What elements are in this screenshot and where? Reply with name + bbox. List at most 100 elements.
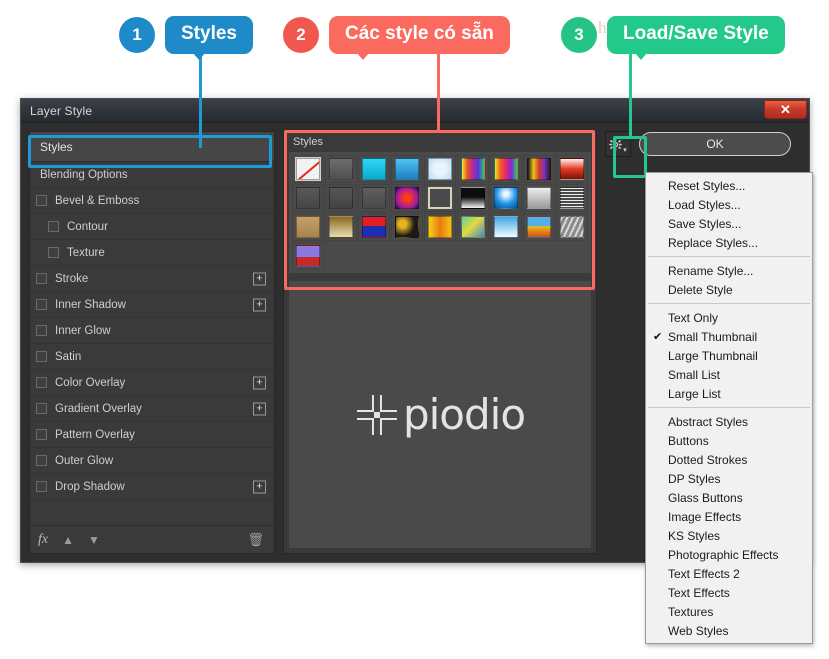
menu-item-delete-style[interactable]: Delete Style [646,280,812,299]
menu-item-large-thumbnail[interactable]: Large Thumbnail [646,346,812,365]
effect-row-bevel-emboss[interactable]: Bevel & Emboss [30,188,274,214]
menu-item-replace-styles[interactable]: Replace Styles... [646,233,812,252]
dialog-titlebar[interactable]: Layer Style ✕ [21,99,809,123]
ok-button[interactable]: OK [639,132,791,156]
style-swatch-line-texture[interactable] [556,184,588,212]
menu-item-label: Text Effects [668,585,730,600]
style-swatch-confetti-splatter[interactable] [391,213,423,241]
effect-checkbox[interactable] [36,403,47,414]
menu-item-web-styles[interactable]: Web Styles [646,621,812,640]
menu-item-reset-styles[interactable]: Reset Styles... [646,176,812,195]
style-swatch-red-blue-stripe[interactable] [358,213,390,241]
add-effect-icon[interactable]: + [253,272,266,285]
effect-row-contour[interactable]: Contour [30,214,274,240]
style-swatch-blue-button[interactable] [391,155,423,183]
effect-row-color-overlay[interactable]: Color Overlay + [30,370,274,396]
close-icon[interactable]: ✕ [764,100,807,119]
effect-row-drop-shadow[interactable]: Drop Shadow + [30,474,274,500]
effect-checkbox[interactable] [36,299,47,310]
swatch-thumbnail [527,216,551,238]
move-down-icon[interactable]: ▼ [88,533,100,547]
style-swatch-beige-frame[interactable] [424,184,456,212]
menu-item-small-list[interactable]: Small List [646,365,812,384]
add-effect-icon[interactable]: + [253,480,266,493]
trash-icon[interactable]: 🗑 [247,532,264,548]
swatch-thumbnail [329,187,353,209]
style-swatch-spectrum-dark[interactable] [523,155,555,183]
menu-item-save-styles[interactable]: Save Styles... [646,214,812,233]
menu-item-dotted-strokes[interactable]: Dotted Strokes [646,450,812,469]
style-swatch-basic-drop-shadow[interactable] [325,155,357,183]
add-effect-icon[interactable]: + [253,376,266,389]
menu-item-dp-styles[interactable]: DP Styles [646,469,812,488]
style-swatch-blue-gold-bar[interactable] [523,213,555,241]
effect-row-inner-shadow[interactable]: Inner Shadow + [30,292,274,318]
effect-checkbox[interactable] [48,247,59,258]
menu-item-abstract-styles[interactable]: Abstract Styles [646,412,812,431]
menu-item-large-list[interactable]: Large List [646,384,812,403]
effect-checkbox[interactable] [36,429,47,440]
menu-item-photographic-effects[interactable]: Photographic Effects [646,545,812,564]
style-swatch-rainbow-vertical[interactable] [457,155,489,183]
style-swatch-tan-flat[interactable] [292,213,324,241]
effect-checkbox[interactable] [36,325,47,336]
style-swatch-rainbow-stripes[interactable] [490,155,522,183]
effect-checkbox[interactable] [36,455,47,466]
effect-checkbox[interactable] [36,351,47,362]
style-swatch-metal-scratch[interactable] [556,213,588,241]
add-effect-icon[interactable]: + [253,298,266,311]
callout-2: 2 Các style có sẵn [283,16,510,60]
menu-item-image-effects[interactable]: Image Effects [646,507,812,526]
style-swatch-yellow-orange[interactable] [424,213,456,241]
effect-checkbox[interactable] [48,221,59,232]
menu-item-buttons[interactable]: Buttons [646,431,812,450]
effect-checkbox[interactable] [36,481,47,492]
style-swatch-grey-soft-2[interactable] [325,184,357,212]
add-effect-icon[interactable]: + [253,402,266,415]
effect-checkbox[interactable] [36,377,47,388]
menu-item-label: Small Thumbnail [668,329,758,344]
menu-item-small-thumbnail[interactable]: ✔ Small Thumbnail [646,327,812,346]
effect-row-outer-glow[interactable]: Outer Glow [30,448,274,474]
move-up-icon[interactable]: ▲ [62,533,74,547]
menu-item-glass-buttons[interactable]: Glass Buttons [646,488,812,507]
style-swatch-black-white-fold[interactable] [457,184,489,212]
style-swatch-none[interactable] [292,155,324,183]
style-swatch-grey-soft-3[interactable] [358,184,390,212]
ok-row: ▾ OK [605,131,791,157]
menu-item-text-only[interactable]: Text Only [646,308,812,327]
style-swatch-gold-cream[interactable] [325,213,357,241]
effect-row-inner-glow[interactable]: Inner Glow [30,318,274,344]
menu-item-load-styles[interactable]: Load Styles... [646,195,812,214]
effect-checkbox[interactable] [36,273,47,284]
style-swatch-green-blue-blend[interactable] [457,213,489,241]
effect-row-satin[interactable]: Satin [30,344,274,370]
menu-item-text-effects-2[interactable]: Text Effects 2 [646,564,812,583]
menu-item-rename-style[interactable]: Rename Style... [646,261,812,280]
effect-row-stroke[interactable]: Stroke + [30,266,274,292]
style-swatch-silver-gradient[interactable] [523,184,555,212]
style-swatch-red-orb[interactable] [391,184,423,212]
effect-row-blending-options[interactable]: Blending Options [30,162,274,188]
style-swatch-cyan-fill[interactable] [358,155,390,183]
effect-checkbox[interactable] [36,195,47,206]
effect-row-gradient-overlay[interactable]: Gradient Overlay + [30,396,274,422]
style-swatch-sky-white-fade[interactable] [490,213,522,241]
effect-row-texture[interactable]: Texture [30,240,274,266]
effects-header-styles[interactable]: Styles [30,132,274,162]
menu-item-text-effects[interactable]: Text Effects [646,583,812,602]
style-swatch-blue-sphere[interactable] [490,184,522,212]
effect-row-pattern-overlay[interactable]: Pattern Overlay [30,422,274,448]
gear-icon[interactable]: ▾ [605,131,631,157]
style-swatch-purple-red-block[interactable] [292,242,324,270]
style-swatch-red-white-fade[interactable] [556,155,588,183]
fx-icon[interactable]: fx [38,532,48,548]
swatch-thumbnail [428,216,452,238]
menu-item-ks-styles[interactable]: KS Styles [646,526,812,545]
swatch-thumbnail [362,187,386,209]
menu-item-textures[interactable]: Textures [646,602,812,621]
effect-row-label: Inner Glow [55,324,111,337]
style-swatch-grey-soft-1[interactable] [292,184,324,212]
callout-3: 3 Load/Save Style [561,16,785,60]
style-swatch-pale-blue-glow[interactable] [424,155,456,183]
